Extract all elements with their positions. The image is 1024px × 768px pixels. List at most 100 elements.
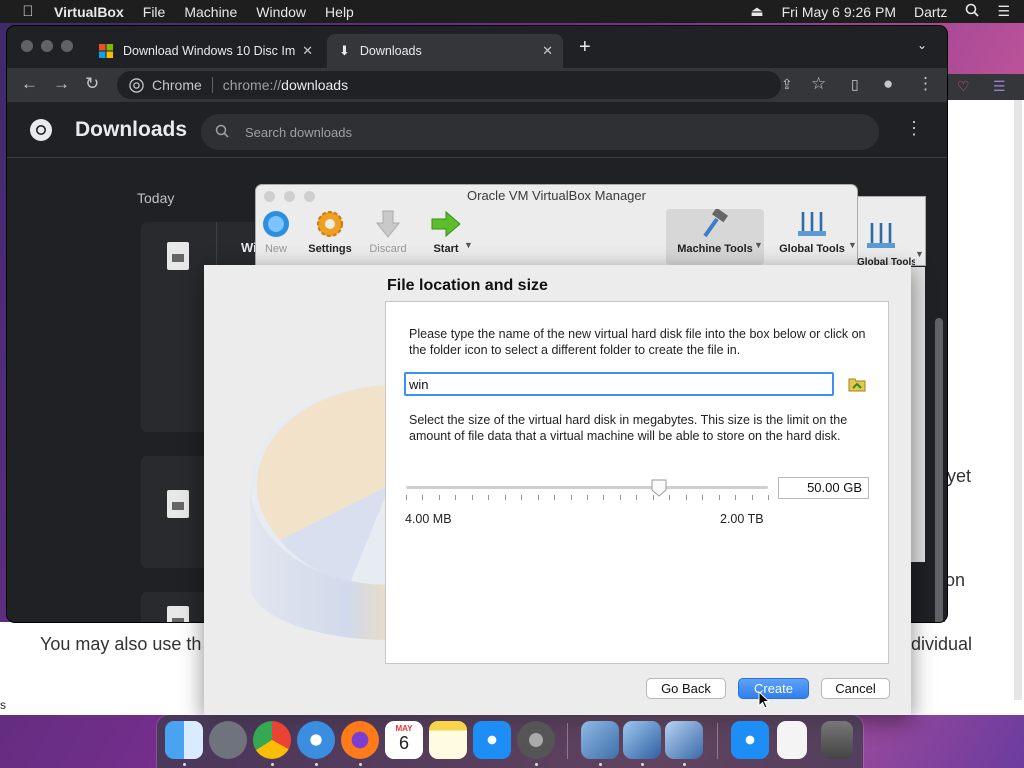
firefox-icon[interactable]	[341, 721, 379, 759]
menu-machine[interactable]: Machine	[184, 4, 237, 20]
tool-settings-button[interactable]: Settings	[298, 209, 362, 265]
machine-tools-dropdown-arrow-icon[interactable]: ▼	[754, 240, 763, 250]
choose-folder-icon[interactable]	[848, 376, 866, 392]
disk-size-value-field[interactable]: 50.00 GB	[778, 477, 869, 499]
global-tools-dropdown-arrow-icon[interactable]: ▼	[848, 240, 857, 250]
menu-app-name[interactable]: VirtualBox	[54, 4, 124, 20]
virtualbox-cube-icon[interactable]	[623, 721, 661, 759]
webpage-text: dividual	[911, 634, 973, 654]
virtualbox-cube-icon[interactable]	[665, 721, 703, 759]
mouse-cursor-icon	[758, 691, 770, 709]
go-back-button[interactable]: Go Back	[646, 678, 726, 699]
profile-icon[interactable]: ●	[883, 74, 893, 94]
window-minimize-button[interactable]	[41, 40, 53, 52]
slider-tick	[619, 495, 621, 500]
app-store-icon[interactable]	[731, 721, 769, 759]
slider-tick	[768, 495, 769, 500]
bookmark-star-icon[interactable]: ☆	[811, 74, 826, 94]
new-tab-plus-icon[interactable]: +	[579, 36, 591, 59]
calendar-icon[interactable]: MAY 6	[385, 721, 423, 759]
tab-search-chevron-icon[interactable]: ⌄	[917, 38, 927, 52]
reload-icon[interactable]: ↻	[85, 74, 99, 94]
preview-photos-icon[interactable]	[581, 721, 619, 759]
disk-file-name-input[interactable]	[404, 372, 834, 396]
menu-help[interactable]: Help	[325, 4, 354, 20]
slider-tick	[422, 495, 424, 500]
webpage-text: You may also use th	[40, 634, 202, 654]
eject-icon[interactable]: ⏏	[750, 3, 763, 20]
app-store-icon[interactable]	[473, 721, 511, 759]
tool-discard-button[interactable]: Discard	[356, 209, 420, 265]
machine-tools-hammer-icon	[699, 207, 731, 239]
tool-machine-tools-button[interactable]: Machine Tools	[666, 207, 764, 265]
slider-max-label: 2.00 TB	[720, 512, 764, 526]
downloads-more-icon[interactable]: ⋮	[905, 118, 923, 139]
page-title: Downloads	[75, 118, 188, 141]
spotlight-search-icon[interactable]	[965, 3, 980, 20]
tool-global-tools-button[interactable]: Global Tools	[776, 209, 848, 265]
notes-icon[interactable]	[429, 721, 467, 759]
slider-tick	[554, 495, 556, 500]
webpage-text: yet	[947, 466, 972, 486]
system-preferences-gear-icon[interactable]	[517, 721, 555, 759]
global-tools-icon	[796, 209, 828, 239]
tab-close-icon[interactable]: ✕	[302, 43, 313, 59]
forward-arrow-icon[interactable]: →	[53, 74, 70, 94]
menu-window[interactable]: Window	[256, 4, 306, 20]
slider-tick	[471, 495, 473, 500]
tab-close-icon[interactable]: ✕	[542, 43, 553, 59]
slider-tick	[537, 495, 539, 500]
menubar:  VirtualBox File Machine Window Help ⏏ …	[0, 0, 1024, 23]
back-arrow-icon[interactable]: ←	[21, 74, 38, 94]
tab-windows-download[interactable]: Download Windows 10 Disc Im ✕	[87, 34, 323, 68]
control-center-icon[interactable]: ☰	[997, 3, 1010, 20]
omnibox[interactable]: Chrome chrome://downloads	[117, 71, 781, 99]
search-icon	[215, 124, 229, 141]
start-arrow-icon	[430, 209, 462, 239]
chrome-menu-icon[interactable]: ⋮	[917, 74, 934, 94]
launchpad-rocket-icon[interactable]	[209, 721, 247, 759]
slider-tick	[455, 495, 457, 500]
date-group-label: Today	[137, 190, 175, 206]
slider-tick	[488, 495, 490, 500]
cancel-button[interactable]: Cancel	[821, 678, 890, 699]
window-close-button[interactable]	[21, 40, 33, 52]
document-file-icon[interactable]	[777, 721, 807, 759]
tool-start-button[interactable]: Start	[414, 209, 478, 265]
webpage-text: on	[945, 570, 966, 590]
chrome-toolbar: ← → ↻ Chrome chrome://downloads ⇪ ☆ ▯ ● …	[7, 68, 947, 102]
omnibox-separator	[211, 77, 213, 93]
webpage-text: s	[0, 698, 6, 712]
dropdown-arrow-icon[interactable]: ▼	[915, 249, 924, 259]
create-button[interactable]: Create	[738, 678, 809, 699]
chrome-icon[interactable]	[253, 721, 291, 759]
tab-label: Downloads	[359, 44, 422, 58]
search-downloads-input[interactable]: Search downloads	[201, 114, 879, 150]
vbox-manager-edge	[910, 267, 925, 562]
downloads-scrollbar[interactable]	[935, 318, 943, 622]
safari-compass-icon[interactable]	[297, 721, 335, 759]
start-dropdown-arrow-icon[interactable]: ▼	[464, 240, 473, 250]
omnibox-site-chip: Chrome	[152, 77, 202, 93]
menu-file[interactable]: File	[143, 4, 166, 20]
finder-icon[interactable]	[165, 721, 203, 759]
side-panel-icon[interactable]: ▯	[851, 76, 859, 93]
pocket-icon[interactable]: ♡	[957, 78, 970, 95]
webpage-scrollbar[interactable]	[1014, 100, 1022, 700]
menubar-user[interactable]: Dartz	[914, 4, 947, 20]
url-host: downloads	[281, 77, 349, 93]
disk-size-slider-thumb[interactable]	[651, 479, 667, 497]
chrome-logo-icon	[129, 77, 144, 93]
window-zoom-button[interactable]	[61, 40, 73, 52]
menubar-datetime[interactable]: Fri May 6 9:26 PM	[782, 4, 896, 20]
tab-downloads[interactable]: ⬇ Downloads ✕	[327, 34, 563, 68]
background-webpage	[945, 100, 1024, 715]
running-indicator	[641, 763, 644, 766]
share-icon[interactable]: ⇪	[781, 76, 793, 93]
running-indicator	[183, 763, 186, 766]
menu-icon[interactable]: ☰	[993, 78, 1006, 95]
apple-menu-icon[interactable]: 	[18, 3, 38, 20]
disk-size-slider-track[interactable]	[406, 486, 768, 489]
running-indicator	[599, 763, 602, 766]
trash-icon[interactable]	[821, 721, 853, 759]
